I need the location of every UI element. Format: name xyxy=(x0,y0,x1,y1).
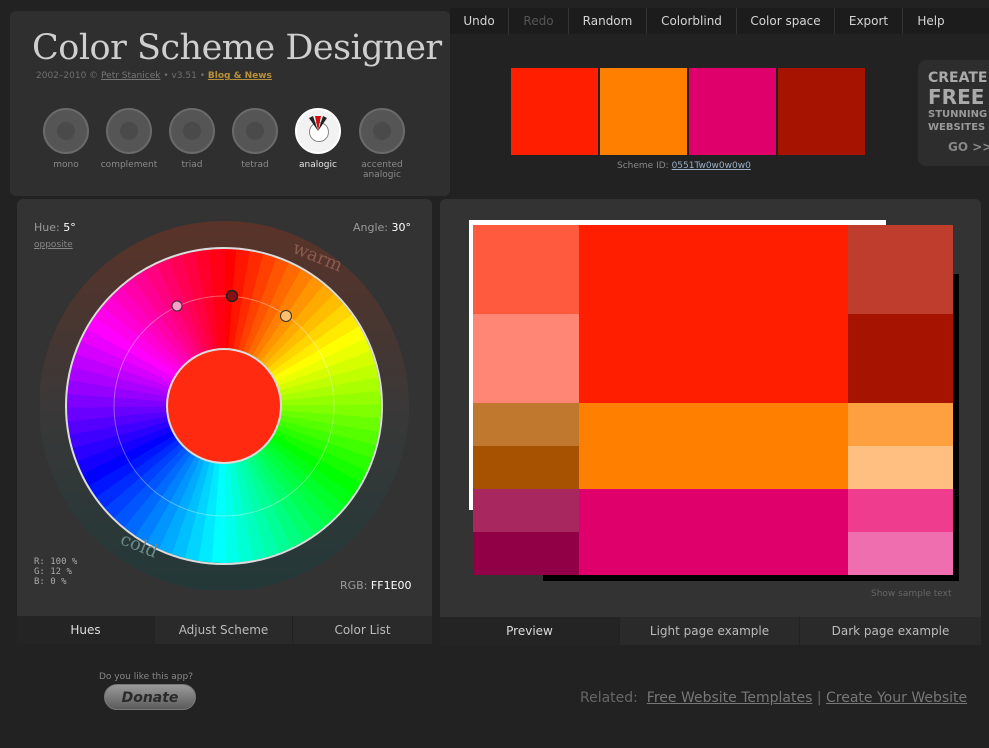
color-swatch-2[interactable] xyxy=(600,68,687,155)
scheme-id-label: Scheme ID: xyxy=(617,161,669,171)
redo-menu[interactable]: Redo xyxy=(509,8,569,34)
g-percent: G: 12 % xyxy=(34,567,72,577)
scheme-label: accented analogic xyxy=(361,160,403,180)
handle-analog-2[interactable] xyxy=(280,310,292,322)
scheme-accented-analogic-button[interactable]: accented analogic xyxy=(352,108,412,180)
copyright: 2002–2010 © xyxy=(36,71,99,81)
scheme-mono-button[interactable]: mono xyxy=(36,108,96,170)
rgb-percent-list: R: 100 % G: 12 % B: 0 % xyxy=(34,557,77,587)
blog-link[interactable]: Blog & News xyxy=(208,71,272,81)
preview-cell-left xyxy=(473,532,579,575)
scheme-label: analogic xyxy=(299,160,337,170)
free-templates-link[interactable]: Free Website Templates xyxy=(647,690,813,706)
preview-cell-right xyxy=(848,314,953,403)
scheme-id-link[interactable]: 0551Tw0w0w0w0 xyxy=(672,161,751,171)
scheme-complement-button[interactable]: complement xyxy=(99,108,159,170)
scheme-label: triad xyxy=(181,160,203,170)
center-color xyxy=(168,350,280,462)
undo-menu[interactable]: Undo xyxy=(450,8,509,34)
complement-dial-icon xyxy=(106,108,152,154)
color-space-menu[interactable]: Color space xyxy=(737,8,835,34)
preview-cell-left xyxy=(473,489,579,532)
analogic-dial-icon xyxy=(295,108,341,154)
b-percent: B: 0 % xyxy=(34,577,67,587)
ad-line-create: CREATE xyxy=(928,70,988,86)
preview-cell-main xyxy=(579,403,848,489)
create-website-link[interactable]: Create Your Website xyxy=(826,690,967,706)
app-title: Color Scheme Designer xyxy=(32,28,442,68)
rgb-value: FF1E00 xyxy=(370,579,412,592)
preview-cell-main xyxy=(579,489,848,575)
scheme-triad-button[interactable]: triad xyxy=(162,108,222,170)
tab-color-list[interactable]: Color List xyxy=(293,616,432,644)
handle-primary[interactable] xyxy=(225,289,239,303)
r-percent: R: 100 % xyxy=(34,557,78,567)
tab-adjust-scheme[interactable]: Adjust Scheme xyxy=(155,616,293,644)
tab-light-page-example[interactable]: Light page example xyxy=(620,617,800,645)
triad-dial-icon xyxy=(169,108,215,154)
app-subtitle: 2002–2010 © Petr Stanicek • v3.51 • Blog… xyxy=(36,71,272,81)
ad-line-stunning: STUNNING xyxy=(928,109,988,120)
preview-cell-main xyxy=(579,225,848,403)
mono-dial-icon xyxy=(43,108,89,154)
ad-line-free: FREE xyxy=(928,85,985,109)
preview-cell-right xyxy=(848,446,953,489)
ad-banner[interactable]: CREATE FREE STUNNING WEBSITES GO >> xyxy=(918,60,989,166)
right-tabs: Preview Light page example Dark page exa… xyxy=(440,617,981,645)
preview-cell-left xyxy=(473,225,579,314)
donate-button[interactable]: Donate xyxy=(104,684,196,710)
preview-cell-right xyxy=(848,403,953,446)
export-menu[interactable]: Export xyxy=(835,8,903,34)
scheme-id: Scheme ID: 0551Tw0w0w0w0 xyxy=(617,161,751,171)
color-swatch-4[interactable] xyxy=(778,68,865,155)
preview-cell-left xyxy=(473,403,579,446)
preview-cell-right xyxy=(848,489,953,532)
donate-question: Do you like this app? xyxy=(99,672,193,682)
related-links: Related: Free Website Templates | Create… xyxy=(580,690,967,706)
preview-cell-right xyxy=(848,225,953,314)
scheme-label: tetrad xyxy=(241,160,269,170)
tetrad-dial-icon xyxy=(232,108,278,154)
scheme-analogic-button[interactable]: analogic xyxy=(288,108,348,170)
scheme-tetrad-button[interactable]: tetrad xyxy=(225,108,285,170)
ad-line-websites: WEBSITES xyxy=(928,122,986,133)
color-swatch-primary[interactable] xyxy=(511,68,598,155)
left-tabs: Hues Adjust Scheme Color List xyxy=(17,616,432,644)
author-link[interactable]: Petr Stanicek xyxy=(101,71,160,81)
version: • v3.51 • xyxy=(163,71,206,81)
tab-dark-page-example[interactable]: Dark page example xyxy=(800,617,981,645)
rgb-readout: RGB: FF1E00 xyxy=(340,579,412,592)
accented-analogic-dial-icon xyxy=(359,108,405,154)
related-separator: | xyxy=(816,690,822,706)
random-menu[interactable]: Random xyxy=(569,8,647,34)
ad-go: GO >> xyxy=(948,140,989,154)
top-menu: Undo Redo Random Colorblind Color space … xyxy=(450,8,989,34)
handle-analog-1[interactable] xyxy=(171,300,183,312)
tab-preview[interactable]: Preview xyxy=(440,617,620,645)
preview-cell-left xyxy=(473,314,579,403)
tab-hues[interactable]: Hues xyxy=(17,616,155,644)
preview-cell-left xyxy=(473,446,579,489)
preview-cell-right xyxy=(848,532,953,575)
scheme-label: mono xyxy=(53,160,79,170)
rgb-label: RGB: xyxy=(340,579,368,592)
show-sample-text-link[interactable]: Show sample text xyxy=(871,589,952,599)
help-menu[interactable]: Help xyxy=(903,8,959,34)
related-label: Related: xyxy=(580,690,638,706)
color-wheel[interactable]: warm cold xyxy=(40,220,410,590)
scheme-label: complement xyxy=(100,160,158,170)
colorblind-menu[interactable]: Colorblind xyxy=(647,8,737,34)
color-swatch-3[interactable] xyxy=(689,68,776,155)
analogic-wedge-icon xyxy=(309,116,327,131)
